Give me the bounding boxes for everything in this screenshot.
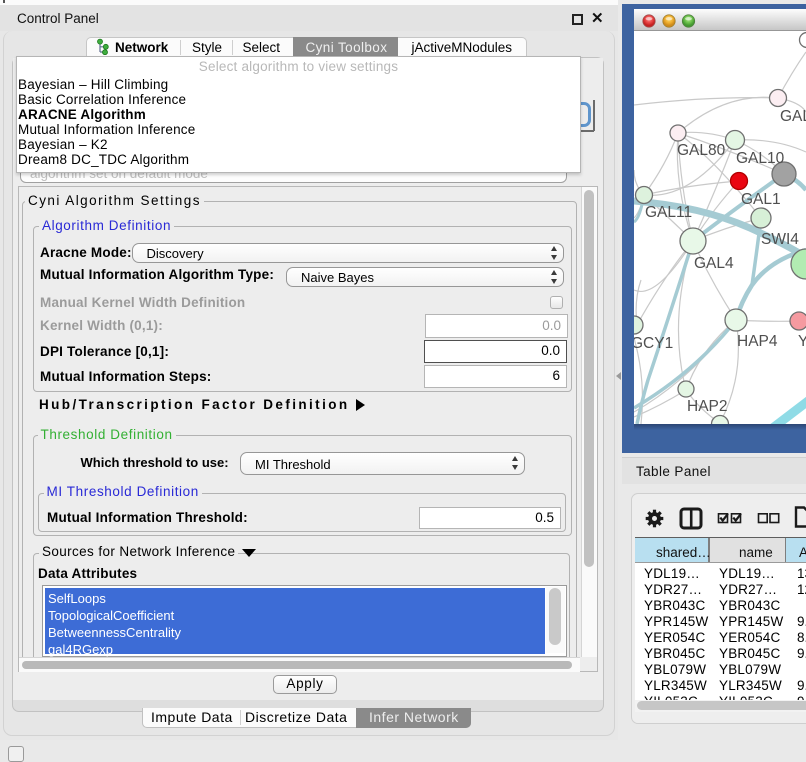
- svg-text:HAP2: HAP2: [687, 398, 728, 415]
- svg-text:SWI4: SWI4: [761, 231, 799, 248]
- svg-text:GAL1: GAL1: [741, 191, 781, 208]
- svg-text:GAL10: GAL10: [736, 150, 785, 167]
- svg-text:Y: Y: [798, 333, 806, 350]
- svg-text:HAP4: HAP4: [737, 333, 778, 350]
- svg-text:GAL11: GAL11: [645, 204, 692, 221]
- svg-text:GAL80: GAL80: [677, 142, 726, 159]
- svg-text:GAL4: GAL4: [694, 255, 734, 272]
- svg-text:GCY1: GCY1: [634, 335, 673, 352]
- svg-text:GAL7: GAL7: [780, 108, 806, 125]
